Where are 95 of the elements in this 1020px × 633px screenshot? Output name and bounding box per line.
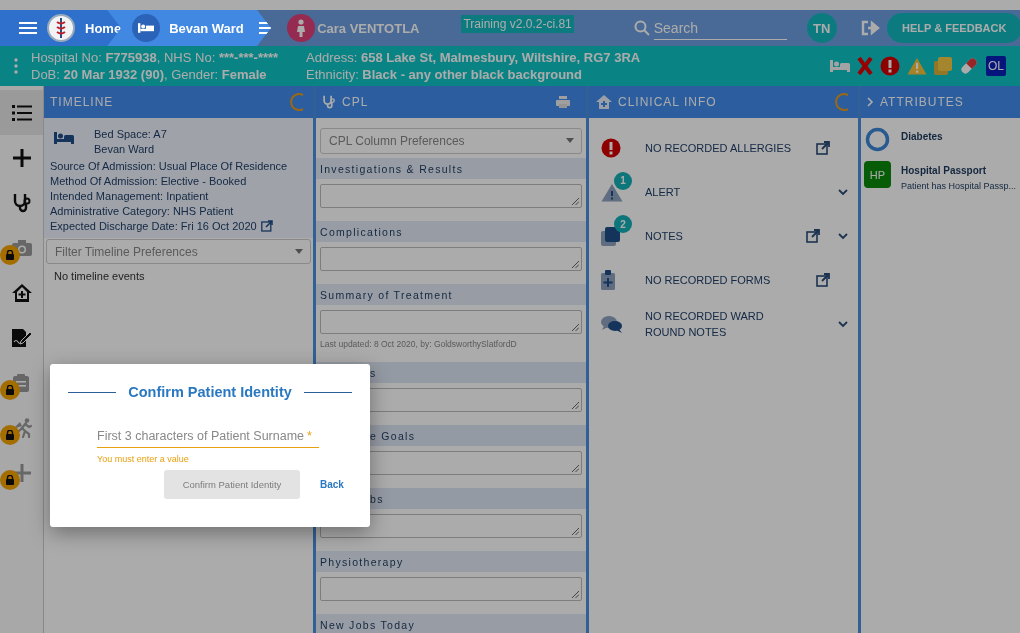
column-title: TIMELINE	[50, 95, 114, 109]
attribute-badge: HP	[864, 161, 891, 188]
section-heading: s	[370, 366, 377, 379]
menu-icon	[19, 21, 37, 35]
required-mark: *	[307, 428, 319, 448]
empty-message: No timeline events	[53, 269, 146, 284]
chevron-down-icon	[838, 320, 848, 328]
more-vertical-icon	[13, 58, 18, 74]
column-title: ATTRIBUTES	[880, 95, 964, 109]
resize-handle-icon	[572, 402, 579, 409]
resize-handle-icon	[572, 198, 579, 205]
dropdown-caret-icon	[295, 249, 303, 254]
resize-handle-icon	[572, 261, 579, 268]
warning-icon	[907, 57, 927, 75]
resize-handle-icon	[572, 591, 579, 598]
admission-detail: Expected Discharge Date: Fri 16 Oct 2020	[50, 220, 257, 232]
plus-icon	[12, 148, 31, 167]
admission-detail: Method Of Admission: Elective - Booked	[50, 175, 247, 187]
chevron-right-icon	[867, 97, 874, 107]
female-patient-icon	[287, 14, 316, 42]
resize-handle-icon	[572, 528, 579, 535]
patient-detail: DoB: 20 Mar 1932 (90), Gender: Female	[31, 67, 268, 82]
validation-message: You must enter a value	[97, 454, 190, 464]
breadcrumb-link[interactable]: Home	[85, 20, 122, 36]
home-plus-icon	[10, 282, 33, 303]
external-link-icon	[816, 141, 830, 155]
filter-dropdown[interactable]: Filter Timeline Preferences	[46, 239, 311, 264]
count-badge: 1	[614, 171, 632, 190]
logo-icon[interactable]	[47, 14, 75, 42]
external-link-icon	[816, 273, 830, 287]
surname-field[interactable]: First 3 characters of Patient Surname	[97, 428, 308, 448]
chat-bubbles-icon	[601, 315, 623, 333]
resize-handle-icon	[572, 324, 579, 331]
dialog-title: Confirm Patient Identity	[128, 384, 292, 400]
admission-detail: Source Of Admission: Usual Place Of Residence	[50, 160, 288, 172]
bed-icon	[830, 60, 850, 72]
cross-icon	[857, 57, 873, 75]
back-link[interactable]: Back	[320, 479, 344, 490]
count-badge: 2	[614, 215, 632, 233]
admission-detail: Intended Management: Inpatient	[50, 190, 209, 202]
alert-circle-icon	[880, 56, 900, 76]
lock-icon	[0, 380, 20, 400]
patient-detail: Address: 658 Lake St, Malmesbury, Wiltshire, RG7 3RA	[306, 50, 641, 65]
section-heading: New Jobs Today	[320, 618, 416, 631]
bed-icon	[54, 132, 74, 144]
search-field[interactable]: Search	[653, 16, 787, 40]
lock-icon	[0, 245, 20, 265]
logout-icon	[860, 20, 881, 36]
edit-icon	[260, 220, 273, 232]
dropdown-caret-icon	[566, 138, 574, 143]
last-updated-note: Last updated: 8 Oct 2020, by: GoldsworthySlatfordD	[319, 338, 518, 349]
attribute-description: Patient has Hospital Passp...	[901, 181, 1017, 191]
chevron-down-icon	[838, 232, 848, 240]
lock-icon	[0, 470, 20, 490]
section-heading: Physiotherapy	[320, 555, 404, 568]
preferences-dropdown[interactable]: CPL Column Preferences	[320, 128, 582, 154]
clinical-item-label[interactable]: NOTES	[645, 228, 802, 244]
attribute-title: Diabetes	[901, 131, 943, 142]
attribute-title: Hospital Passport	[901, 165, 988, 176]
notes-stack-icon	[934, 57, 952, 75]
bed-space-label: Bed Space: A7	[94, 128, 167, 140]
clinical-item-label[interactable]: ALERT	[645, 184, 802, 200]
clinical-item-label[interactable]: NO RECORDED FORMS	[645, 272, 802, 288]
print-icon	[556, 96, 570, 108]
column-title: CPL	[342, 95, 369, 109]
admission-detail: Administrative Category: NHS Patient	[50, 205, 234, 217]
home-plus-icon	[596, 95, 612, 109]
chevron-down-icon	[838, 188, 848, 196]
stethoscope-icon	[322, 95, 336, 109]
resize-handle-icon	[572, 465, 579, 472]
patient-detail: Hospital No: F775938, NHS No: ***-***-****	[31, 50, 280, 65]
version-badge: Training v2.0.2-ci.81	[461, 15, 574, 33]
ring-icon	[864, 126, 891, 153]
clipboard-plus-icon	[601, 270, 615, 290]
external-link-icon	[806, 229, 820, 243]
clinical-item-label[interactable]: NO RECORDED WARD ROUND NOTES	[645, 308, 802, 340]
ward-label: Bevan Ward	[94, 143, 156, 155]
status-badge: OL	[986, 56, 1006, 76]
alert-circle-icon	[601, 138, 621, 158]
lock-icon	[0, 425, 20, 445]
section-heading: Investigations & Results	[320, 162, 464, 175]
section-heading: Summary of Treatment	[320, 288, 453, 301]
section-heading: e Goals	[370, 429, 416, 442]
section-heading: bs	[370, 492, 384, 505]
section-heading: Complications	[320, 225, 403, 238]
warning-icon	[601, 182, 623, 202]
list-icon	[11, 104, 32, 121]
document-pen-icon	[10, 327, 33, 348]
notes-stack-icon	[601, 226, 621, 246]
clinical-item-label[interactable]: NO RECORDED ALLERGIES	[645, 140, 802, 156]
bed-icon	[132, 14, 161, 42]
column-title: CLINICAL INFO	[618, 95, 717, 109]
stethoscope-icon	[11, 192, 32, 213]
patient-detail: Ethnicity: Black - any other black background	[306, 67, 583, 82]
search-icon	[633, 20, 650, 36]
